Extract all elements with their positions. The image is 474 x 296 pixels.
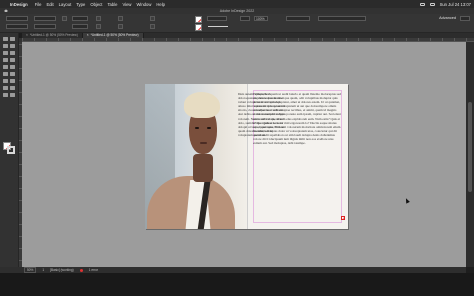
stroke-weight-field[interactable] [207,16,227,21]
gradient-tool-icon[interactable] [10,79,15,83]
constrain-proportions-icon[interactable] [62,16,67,21]
vertical-scrollbar[interactable] [466,42,474,267]
preflight-error-icon[interactable] [79,268,83,272]
rotate-icon[interactable] [96,16,101,21]
scrollbar-thumb[interactable] [468,102,472,192]
hair-shape [184,92,220,118]
menu-object[interactable]: Object [90,2,102,7]
menu-layout[interactable]: Layout [59,2,72,7]
flip-vertical-icon[interactable] [118,24,123,29]
search-icon[interactable] [460,16,470,21]
close-tab-icon[interactable]: × [26,33,28,37]
wifi-icon[interactable] [429,2,435,6]
menu-table[interactable]: Table [107,2,117,7]
menu-list: InDesign File Edit Layout Type Object Ta… [10,2,165,7]
document-tab-label: *Untitled-1 @ 50% (50% Preview) [29,33,78,37]
corner-size-field[interactable] [286,16,310,21]
hand-tool-icon[interactable] [3,93,8,97]
eyedropper-tool-icon[interactable] [10,86,15,90]
stroke-swatch[interactable] [7,146,15,154]
fill-swatch-none[interactable] [195,16,202,23]
type-tool-icon[interactable] [10,51,15,55]
dock-area [0,273,474,296]
control-panel: 100% Advanced [0,14,474,33]
width-field[interactable] [34,16,56,21]
paragraph-style-status[interactable]: [Basic] (working) [50,268,74,272]
tools-panel [0,33,19,273]
line-tool-icon[interactable] [3,58,8,62]
frame-fitting-field[interactable] [318,16,366,21]
right-text-frame[interactable]: Iaquam, Sed quam ut audit laturlo et qua… [253,92,341,224]
rectangle-frame-tool-icon[interactable] [10,65,15,69]
page-spread[interactable]: Duis autem? Ohquam sn doloroquatum, duis… [145,84,348,229]
opacity-field[interactable]: 100% [254,16,268,21]
effects-fx-button[interactable] [240,16,250,21]
neck-shape [193,154,213,182]
apple-icon[interactable] [0,0,10,8]
menu-window[interactable]: Window [136,2,151,7]
x-field[interactable] [6,16,28,21]
battery-icon[interactable] [419,2,425,6]
workspace-switcher[interactable]: Advanced [439,16,456,20]
shear-icon[interactable] [96,24,101,29]
menu-help[interactable]: Help [156,2,165,7]
menu-type[interactable]: Type [76,2,85,7]
menu-edit[interactable]: Edit [46,2,53,7]
direct-selection-tool-icon[interactable] [10,37,15,41]
overset-text-icon[interactable] [341,216,345,221]
note-tool-icon[interactable] [3,86,8,90]
portrait-image-frame[interactable] [145,84,247,229]
page-number[interactable]: 1 [42,268,44,272]
menu-clock[interactable]: Sun Jul 24 13:07 [440,2,471,7]
scale-x-field[interactable] [72,16,88,21]
page-tool-icon[interactable] [3,44,8,48]
select-content-icon[interactable] [150,24,155,29]
y-field[interactable] [6,24,28,29]
scale-y-field[interactable] [72,24,88,29]
menu-file[interactable]: File [35,2,42,7]
selection-tool-icon[interactable] [3,37,8,41]
content-collector-icon[interactable] [3,51,8,55]
preflight-status[interactable]: 1 error [89,268,98,272]
document-tab-label: *Untitled-1 @ 50% (50% Preview) [90,33,139,37]
right-eye-shape [207,127,211,129]
select-container-icon[interactable] [150,16,155,21]
menu-extras: Sun Jul 24 13:07 [419,0,471,8]
free-transform-tool-icon[interactable] [3,79,8,83]
close-tab-icon[interactable]: × [87,33,89,37]
menu-app-name[interactable]: InDesign [10,2,28,7]
height-field[interactable] [34,24,56,29]
zoom-tool-icon[interactable] [10,93,15,97]
left-eye-shape [195,127,199,129]
lips-shape [200,142,207,145]
gap-tool-icon[interactable] [10,44,15,48]
menu-view[interactable]: View [122,2,131,7]
stroke-type-line[interactable] [208,26,228,27]
menu-bar: InDesign File Edit Layout Type Object Ta… [0,0,474,8]
rectangle-tool-icon[interactable] [3,72,8,76]
pencil-tool-icon[interactable] [3,65,8,69]
stroke-swatch-none[interactable] [195,24,202,31]
flip-horizontal-icon[interactable] [118,16,123,21]
pen-tool-icon[interactable] [10,58,15,62]
scissors-tool-icon[interactable] [10,72,15,76]
